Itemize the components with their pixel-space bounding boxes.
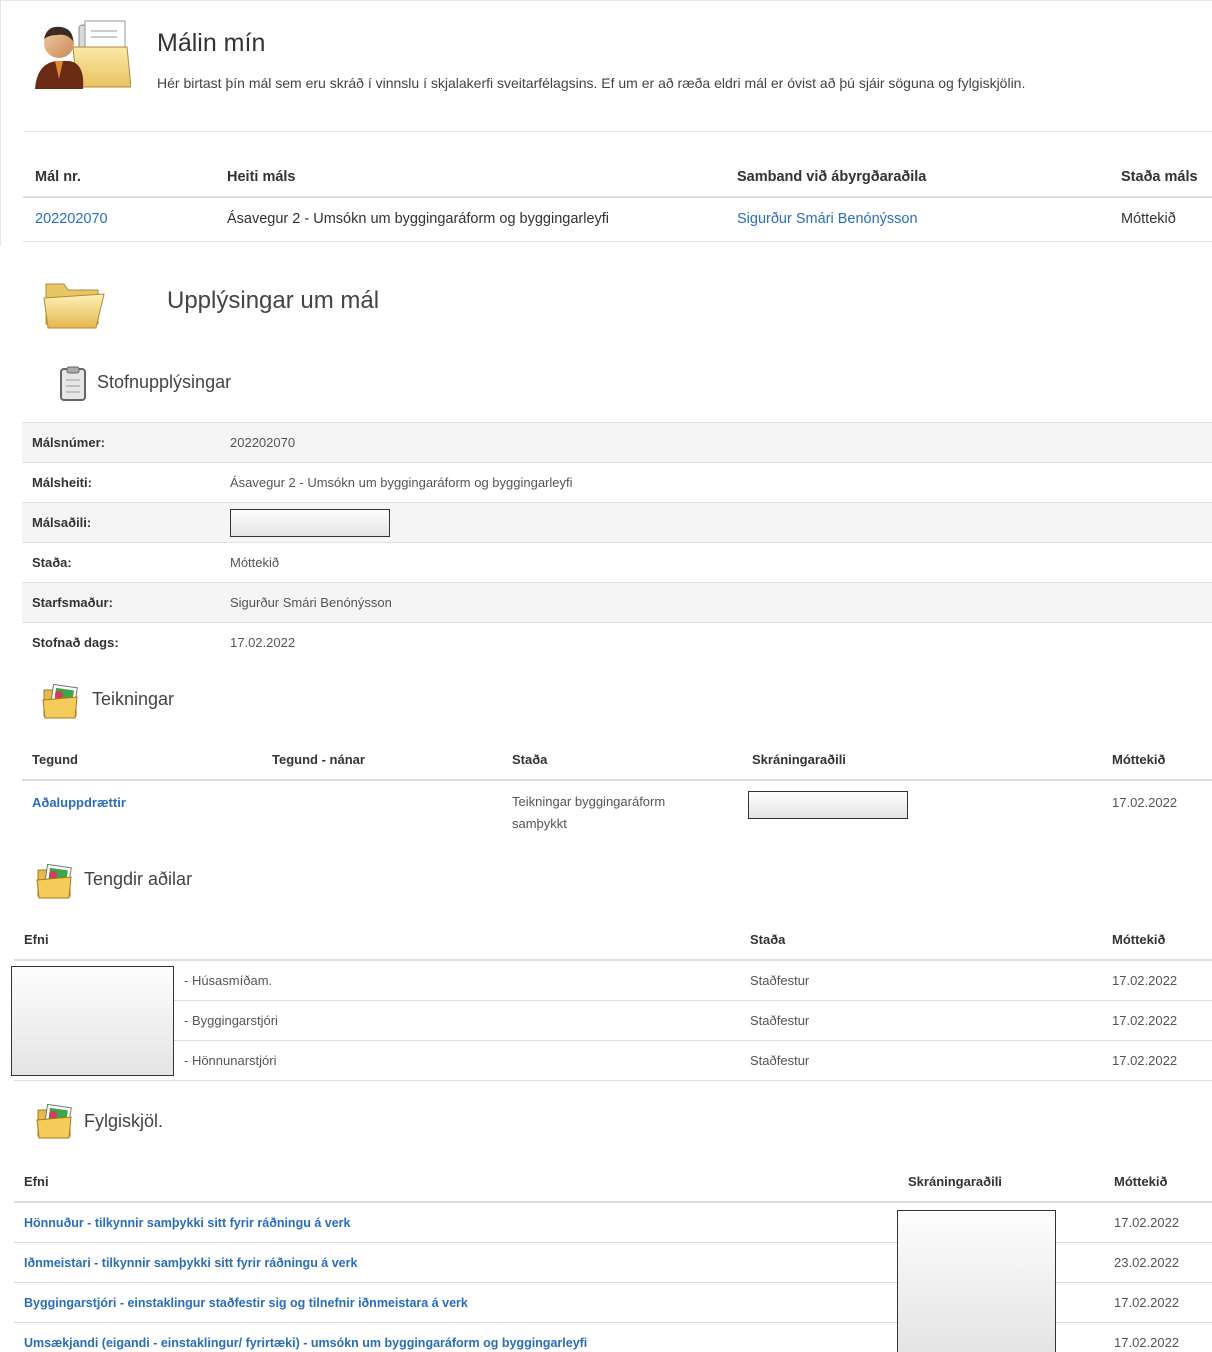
status-label: Staða: (22, 542, 220, 583)
column-header-type-detail: Tegund - nánar (262, 740, 502, 781)
column-header-received: Móttekið (1104, 1162, 1212, 1203)
info-row: Starfsmaður: Sigurður Smári Benónýsson (22, 582, 1212, 623)
party-received-date: 17.02.2022 (1102, 1040, 1212, 1081)
created-date-value: 17.02.2022 (220, 622, 1212, 663)
related-parties-table: Efni Staða Móttekið - Húsasmíðam. Staðfe… (14, 920, 1212, 1081)
column-header-received: Móttekið (1102, 740, 1212, 781)
case-number-link[interactable]: 202202070 (35, 211, 108, 227)
info-row: Stofnað dags: 17.02.2022 (22, 622, 1212, 663)
attachment-received-date: 17.02.2022 (1104, 1202, 1212, 1243)
column-header-contact: Samband við ábyrgðaraðila (725, 157, 1109, 198)
redacted-case-party (230, 508, 390, 537)
case-name-value: Ásavegur 2 - Umsókn um byggingaráform og… (220, 462, 1212, 503)
party-status: Staðfestur (740, 960, 1102, 1001)
case-name: Ásavegur 2 - Umsókn um byggingaráform og… (215, 197, 725, 242)
pictures-folder-icon (36, 1104, 72, 1139)
created-date-label: Stofnað dags: (22, 622, 220, 663)
attachment-link[interactable]: Iðnmeistari - tilkynnir samþykki sitt fy… (24, 1256, 357, 1270)
drawings-table: Tegund Tegund - nánar Staða Skráningarað… (22, 740, 1212, 840)
related-parties-title: Tengdir aðilar (84, 869, 193, 889)
attachments-title: Fylgiskjöl. (84, 1111, 164, 1131)
attachment-link[interactable]: Byggingarstjóri - einstaklingur staðfest… (24, 1296, 468, 1310)
clipboard-icon (60, 366, 86, 401)
info-row: Málsaðili: (22, 502, 1212, 543)
case-party-label: Málsaðili: (22, 502, 220, 543)
open-folder-icon (43, 283, 105, 329)
table-row: - Húsasmíðam. Staðfestur 17.02.2022 (14, 960, 1212, 1001)
column-header-case-status: Staða máls (1109, 157, 1212, 198)
case-number-value: 202202070 (220, 422, 1212, 463)
column-header-status: Staða (502, 740, 742, 781)
column-header-subject: Efni (14, 920, 740, 961)
redacted-registrant (748, 791, 908, 819)
basic-info-title: Stofnupplýsingar (97, 372, 232, 392)
info-row: Staða: Móttekið (22, 542, 1212, 583)
column-header-registrant: Skráningaraðili (898, 1162, 1104, 1203)
basic-info-table: Málsnúmer: 202202070 Málsheiti: Ásavegur… (22, 422, 1212, 663)
attachment-received-date: 17.02.2022 (1104, 1322, 1212, 1352)
my-cases-panel: Málin mín Hér birtast þín mál sem eru sk… (0, 0, 1212, 246)
table-header-row: Mál nr. Heiti máls Samband við ábyrgðara… (23, 157, 1212, 198)
case-name-label: Málsheiti: (22, 462, 220, 503)
case-status: Móttekið (1109, 197, 1212, 242)
page-description: Hér birtast þín mál sem eru skráð í vinn… (157, 75, 1026, 91)
drawing-received-date: 17.02.2022 (1112, 795, 1178, 810)
divider (23, 131, 1212, 132)
table-row: 202202070 Ásavegur 2 - Umsókn um bygging… (23, 197, 1212, 242)
attachment-received-date: 17.02.2022 (1104, 1282, 1212, 1323)
pictures-folder-icon (42, 684, 78, 719)
attachment-link[interactable]: Umsækjandi (eigandi - einstaklingur/ fyr… (24, 1336, 587, 1350)
table-header-row: Efni Staða Móttekið (14, 920, 1212, 961)
drawing-status: Teikningar byggingaráform samþykkt (512, 794, 666, 831)
column-header-type: Tegund (22, 740, 262, 781)
redacted-party-names (11, 966, 174, 1076)
party-received-date: 17.02.2022 (1102, 1000, 1212, 1041)
column-header-subject: Efni (14, 1162, 898, 1203)
table-row: - Byggingarstjóri Staðfestur 17.02.2022 (14, 1000, 1212, 1041)
drawing-type-link[interactable]: Aðaluppdrættir (32, 795, 126, 810)
column-header-status: Staða (740, 920, 1102, 961)
table-row: Aðaluppdrættir Teikningar byggingaráform… (22, 780, 1212, 840)
party-status: Staðfestur (740, 1040, 1102, 1081)
drawings-title: Teikningar (92, 689, 175, 709)
contact-person-link[interactable]: Sigurður Smári Benónýsson (737, 211, 918, 227)
table-row: - Hönnunarstjóri Staðfestur 17.02.2022 (14, 1040, 1212, 1081)
column-header-case-name: Heiti máls (215, 157, 725, 198)
page-title: Málin mín (157, 29, 266, 57)
drawing-type-detail (262, 780, 502, 840)
table-header-row: Tegund Tegund - nánar Staða Skráningarað… (22, 740, 1212, 781)
employee-value: Sigurður Smári Benónýsson (220, 582, 1212, 623)
employee-label: Starfsmaður: (22, 582, 220, 623)
status-value: Móttekið (220, 542, 1212, 583)
redacted-attachment-registrants (897, 1210, 1056, 1352)
info-row: Málsheiti: Ásavegur 2 - Umsókn um byggin… (22, 462, 1212, 503)
person-folder-icon (35, 20, 131, 89)
party-status: Staðfestur (740, 1000, 1102, 1041)
info-row: Málsnúmer: 202202070 (22, 422, 1212, 463)
party-received-date: 17.02.2022 (1102, 960, 1212, 1001)
case-info-title: Upplýsingar um mál (167, 287, 380, 314)
attachment-received-date: 23.02.2022 (1104, 1242, 1212, 1283)
pictures-folder-icon (36, 864, 72, 899)
case-number-label: Málsnúmer: (22, 422, 220, 463)
column-header-case-number: Mál nr. (23, 157, 215, 198)
column-header-received: Móttekið (1102, 920, 1212, 961)
column-header-registrant: Skráningaraðili (742, 740, 1102, 781)
table-header-row: Efni Skráningaraðili Móttekið (14, 1162, 1212, 1203)
cases-table: Mál nr. Heiti máls Samband við ábyrgðara… (23, 157, 1212, 242)
attachment-link[interactable]: Hönnuður - tilkynnir samþykki sitt fyrir… (24, 1216, 350, 1230)
